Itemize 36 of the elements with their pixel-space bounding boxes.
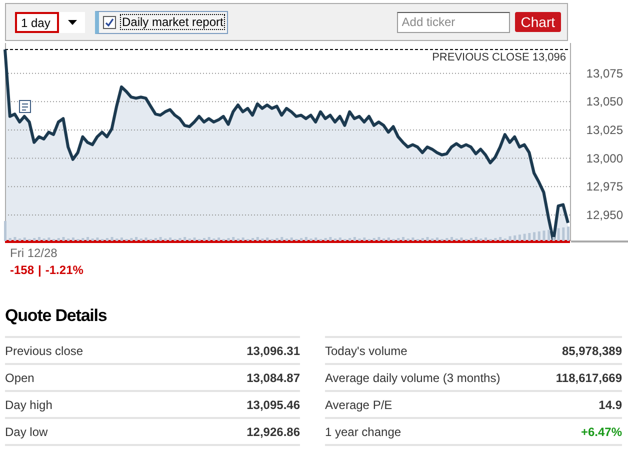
section-title: Quote Details: [5, 306, 107, 326]
field-value: 12,926.86: [246, 424, 300, 438]
tick-label: 13,050: [586, 94, 623, 109]
tick-label: 13,000: [586, 151, 623, 166]
report-toggle[interactable]: Daily market report: [95, 10, 228, 34]
note-icon[interactable]: [19, 100, 31, 113]
field-value: 118,617,669: [556, 370, 622, 384]
field-label: Average daily volume (3 months): [325, 370, 500, 384]
chart-date: Fri 12/28: [10, 246, 58, 260]
field-label: Today's volume: [325, 344, 408, 358]
field-label: Day low: [5, 424, 48, 438]
ticker-field[interactable]: Add ticker: [396, 12, 510, 32]
previous-close-label: PREVIOUS CLOSE 13,096: [432, 52, 566, 64]
change-percent: -1.21%: [45, 263, 84, 277]
caret-icon: [68, 20, 76, 24]
field-value: 13,084.87: [246, 370, 300, 384]
field-value: 13,096.31: [246, 344, 300, 358]
tick-label: 13,025: [586, 122, 623, 137]
field-label: Day high: [5, 398, 52, 412]
field-label: Previous close: [5, 344, 84, 358]
field-label: Average P/E: [325, 398, 392, 412]
tick-label: 13,075: [586, 66, 623, 80]
field-label: Open: [5, 370, 34, 384]
change-value: -158: [10, 263, 34, 277]
chart-button[interactable]: Chart: [514, 12, 561, 32]
field-value: 13,095.46: [246, 398, 300, 412]
field-value: 14.9: [598, 398, 622, 412]
separator: |: [38, 263, 42, 277]
tick-label: 12,950: [586, 208, 623, 222]
checkmark-icon: [105, 18, 114, 26]
field-value: +6.47%: [580, 424, 622, 438]
checkbox[interactable]: [103, 16, 116, 28]
range-dropdown[interactable]: 1 day: [15, 12, 85, 32]
field-value: 85,978,389: [562, 344, 622, 358]
field-label: 1 year change: [325, 424, 402, 438]
tick-label: 12,975: [586, 180, 623, 194]
